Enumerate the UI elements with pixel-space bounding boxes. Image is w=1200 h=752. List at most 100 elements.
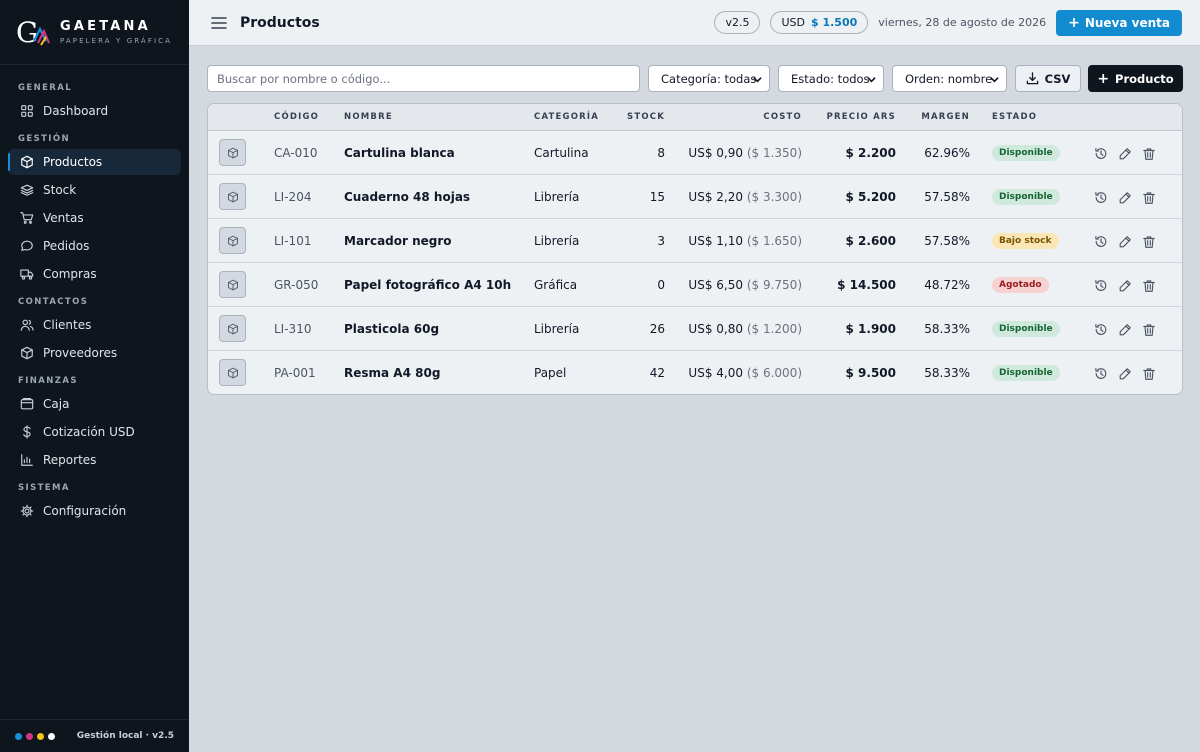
sidebar-item-cotizaci-n-usd[interactable]: Cotización USD (8, 419, 181, 445)
sidebar-item-proveedores[interactable]: Proveedores (8, 340, 181, 366)
page-title: Productos (240, 14, 320, 31)
product-thumbnail[interactable] (219, 183, 246, 210)
row-actions (1094, 366, 1166, 380)
product-cost-usd: US$ 6,50 (688, 278, 743, 292)
export-csv-button[interactable]: CSV (1015, 65, 1081, 92)
history-button[interactable] (1094, 278, 1108, 292)
sidebar-item-label: Compras (43, 267, 97, 281)
new-sale-button[interactable]: + Nueva venta (1056, 9, 1182, 36)
category-filter-select[interactable]: Categoría: todas (648, 65, 770, 92)
table-row[interactable]: LI-204 Cuaderno 48 hojas Librería 15 US$ 2,2… (208, 175, 1182, 219)
sidebar-item-label: Dashboard (43, 104, 109, 118)
nav-section-title: GESTIÓN (18, 134, 71, 144)
product-margin: 58.33% (924, 366, 970, 380)
product-category: Librería (534, 234, 580, 248)
product-thumbnail[interactable] (219, 139, 246, 166)
column-header-status[interactable]: ESTADO (992, 104, 1037, 131)
table-row[interactable]: GR-050 Papel fotográfico A4 10h Gráfica 0 US… (208, 263, 1182, 307)
edit-button[interactable] (1118, 190, 1132, 204)
status-filter-select[interactable]: Estado: todos (778, 65, 884, 92)
history-icon (1095, 368, 1107, 379)
plus-icon: + (1097, 70, 1110, 87)
column-header-price[interactable]: PRECIO ARS (808, 104, 896, 131)
product-thumbnail[interactable] (219, 315, 246, 342)
column-header-cost[interactable]: COSTO (688, 104, 802, 131)
edit-icon (1119, 324, 1131, 336)
product-thumbnail[interactable] (219, 359, 246, 386)
product-category: Librería (534, 190, 580, 204)
history-button[interactable] (1094, 322, 1108, 336)
sidebar-item-label: Cotización USD (43, 425, 135, 439)
product-name: Cartulina blanca (344, 146, 455, 160)
sidebar-item-caja[interactable]: Caja (8, 391, 181, 417)
table-row[interactable]: CA-010 Cartulina blanca Cartulina 8 US$ 0,90… (208, 131, 1182, 175)
sidebar-item-label: Configuración (43, 504, 127, 518)
product-cost: US$ 0,90 ($ 1.350) (648, 131, 802, 175)
chevron-down-icon (867, 77, 876, 83)
sidebar-item-dashboard[interactable]: Dashboard (8, 98, 181, 124)
product-thumbnail[interactable] (219, 227, 246, 254)
sidebar-item-stock[interactable]: Stock (8, 177, 181, 203)
sidebar-item-ventas[interactable]: Ventas (8, 205, 181, 231)
row-actions (1094, 146, 1166, 160)
delete-button[interactable] (1142, 146, 1156, 160)
delete-button[interactable] (1142, 278, 1156, 292)
sidebar-item-compras[interactable]: Compras (8, 261, 181, 287)
sidebar-item-reportes[interactable]: Reportes (8, 447, 181, 473)
column-header-category[interactable]: CATEGORÍA (534, 104, 599, 131)
column-header-margin[interactable]: MARGEN (908, 104, 970, 131)
edit-button[interactable] (1118, 234, 1132, 248)
delete-button[interactable] (1142, 322, 1156, 336)
edit-button[interactable] (1118, 366, 1132, 380)
edit-button[interactable] (1118, 322, 1132, 336)
product-cost: US$ 2,20 ($ 3.300) (648, 175, 802, 219)
table-body: CA-010 Cartulina blanca Cartulina 8 US$ 0,90… (208, 131, 1182, 394)
sidebar-item-productos[interactable]: Productos (8, 149, 181, 175)
table-row[interactable]: LI-101 Marcador negro Librería 3 US$ 1,10 ($… (208, 219, 1182, 263)
order-select[interactable]: Orden: nombre (892, 65, 1007, 92)
product-price: $ 14.500 (837, 278, 896, 292)
box-icon (21, 155, 33, 169)
delete-button[interactable] (1142, 190, 1156, 204)
gear-icon (20, 504, 34, 518)
column-header-stock[interactable]: STOCK (608, 104, 665, 131)
sidebar-item-label: Ventas (43, 211, 84, 225)
product-code: PA-001 (274, 366, 316, 380)
footer-dot-magenta (26, 732, 33, 740)
currency-rate-value: $ 1.500 (810, 16, 858, 29)
delete-button[interactable] (1142, 234, 1156, 248)
history-button[interactable] (1094, 234, 1108, 248)
edit-button[interactable] (1118, 278, 1132, 292)
layers-icon (20, 184, 34, 196)
history-icon (1095, 192, 1107, 203)
table-row[interactable]: LI-310 Plasticola 60g Librería 26 US$ 0,80 (… (208, 307, 1182, 351)
product-code: LI-204 (274, 190, 312, 204)
search-input[interactable] (207, 65, 640, 92)
sidebar-item-clientes[interactable]: Clientes (8, 312, 181, 338)
dollar-icon (23, 425, 31, 439)
status-badge: Disponible (992, 321, 1060, 337)
delete-button[interactable] (1142, 366, 1156, 380)
edit-button[interactable] (1118, 146, 1132, 160)
product-price: $ 1.900 (845, 322, 896, 336)
product-name: Resma A4 80g (344, 366, 441, 380)
sidebar-item-label: Stock (43, 183, 77, 197)
csv-label: CSV (1044, 71, 1071, 86)
currency-rate-pill[interactable]: USD $ 1.500 (770, 11, 869, 34)
chat-icon (21, 240, 33, 251)
history-button[interactable] (1094, 366, 1108, 380)
product-category: Papel (534, 366, 567, 380)
history-button[interactable] (1094, 190, 1108, 204)
product-thumbnail[interactable] (219, 271, 246, 298)
column-header-name[interactable]: NOMBRE (344, 104, 393, 131)
history-button[interactable] (1094, 146, 1108, 160)
truck-icon (20, 269, 34, 280)
menu-icon[interactable] (211, 16, 227, 30)
sidebar-item-pedidos[interactable]: Pedidos (8, 233, 181, 259)
table-row[interactable]: PA-001 Resma A4 80g Papel 42 US$ 4,00 ($ 6.0… (208, 351, 1182, 394)
add-product-button[interactable]: + Producto (1088, 65, 1183, 92)
column-header-code[interactable]: CÓDIGO (274, 104, 319, 131)
product-cost-usd: US$ 2,20 (688, 190, 743, 204)
sidebar-item-configuraci-n[interactable]: Configuración (8, 498, 181, 524)
product-name: Papel fotográfico A4 10h (344, 278, 512, 292)
